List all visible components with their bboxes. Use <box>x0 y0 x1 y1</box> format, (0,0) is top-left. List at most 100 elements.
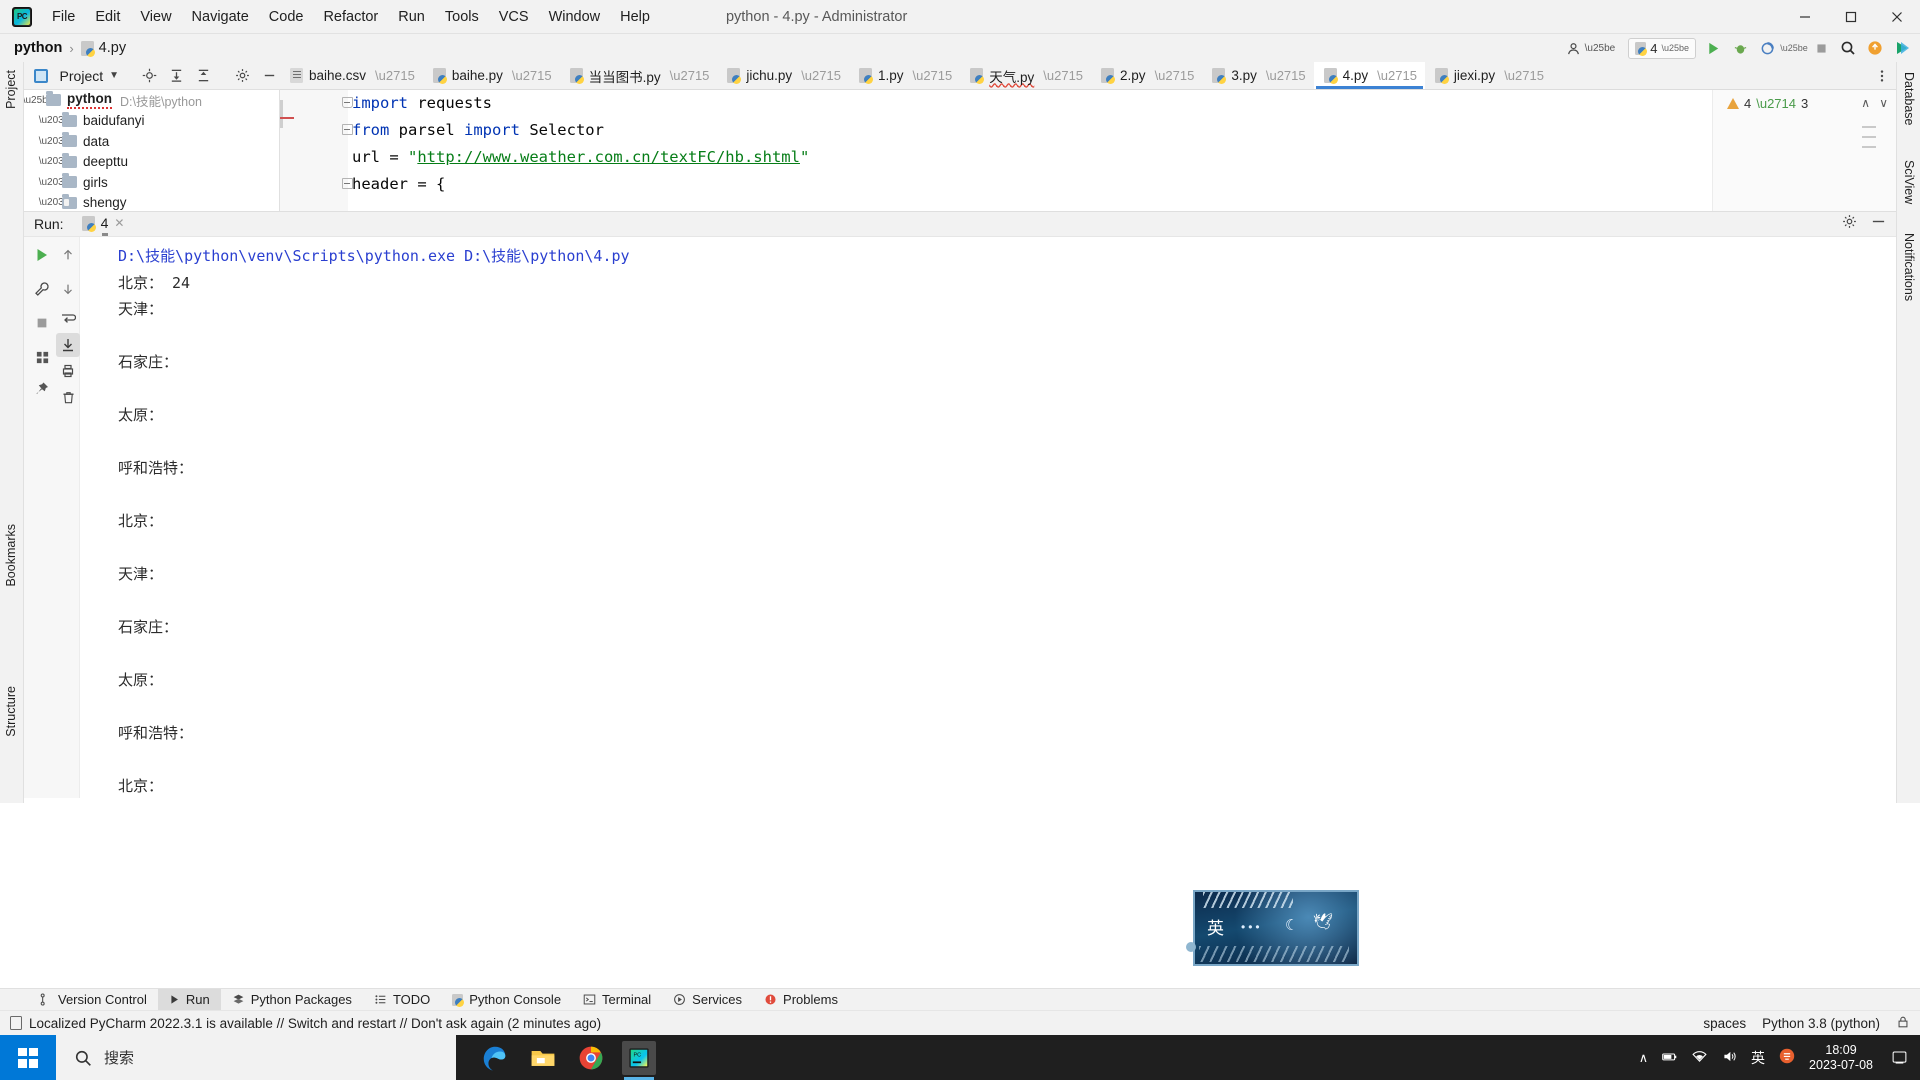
debug-button[interactable] <box>1730 38 1750 58</box>
run-hide-icon[interactable] <box>1871 214 1886 234</box>
tab-3-py[interactable]: 3.py \u2715 <box>1202 62 1313 89</box>
tree-node-data[interactable]: \u203a data <box>24 131 279 152</box>
collapse-all-icon[interactable] <box>193 65 214 87</box>
status-message[interactable]: Localized PyCharm 2022.3.1 is available … <box>10 1016 601 1031</box>
project-view-dropdown-icon[interactable]: ▼ <box>109 70 119 81</box>
rail-tab-project[interactable]: Project <box>0 64 24 115</box>
rail-tab-structure[interactable]: Structure <box>0 680 24 743</box>
tab-close-icon[interactable]: \u2715 <box>1266 68 1306 83</box>
tab-baihe-py[interactable]: baihe.py \u2715 <box>423 62 560 89</box>
scroll-down-button[interactable] <box>56 277 80 301</box>
tree-node-deepttu[interactable]: \u203a deepttu <box>24 152 279 173</box>
pin-button[interactable] <box>30 377 54 401</box>
expand-all-icon[interactable] <box>166 65 187 87</box>
indent-setting[interactable]: spaces <box>1703 1016 1746 1031</box>
tab-close-icon[interactable]: \u2715 <box>912 68 952 83</box>
menu-vcs[interactable]: VCS <box>489 5 539 29</box>
network-icon[interactable] <box>1691 1048 1708 1068</box>
bottom-tab-version-control[interactable]: Version Control <box>28 989 158 1011</box>
rail-tab-notifications[interactable]: Notifications <box>1896 227 1920 307</box>
bottom-tab-services[interactable]: Services <box>662 989 753 1011</box>
tab-baihe-csv[interactable]: baihe.csv \u2715 <box>280 62 423 89</box>
rerun-button[interactable] <box>30 243 54 267</box>
tray-chevron-icon[interactable]: ∧ <box>1639 1050 1648 1065</box>
pycharm-taskbar-icon[interactable]: PC <box>622 1040 656 1080</box>
breadcrumb-file[interactable]: 4.py <box>80 40 126 57</box>
rail-tab-sciview[interactable]: SciView <box>1896 154 1920 210</box>
code-editor[interactable]: 1 2 3 4 import requests from parsel impo… <box>280 90 1896 211</box>
updates-icon[interactable] <box>1865 38 1885 58</box>
maximize-button[interactable] <box>1828 0 1874 34</box>
run-session-close-icon[interactable]: ✕ <box>114 216 124 230</box>
bird-icon[interactable]: 🕊 <box>1313 912 1333 932</box>
run-session-tab[interactable]: 4 ✕ <box>81 215 124 236</box>
tab-tianqi-py[interactable]: 天气.py \u2715 <box>960 62 1091 89</box>
rail-tab-database[interactable]: Database <box>1896 66 1920 132</box>
account-button[interactable]: \u25be <box>1560 39 1622 58</box>
run-settings-gear-icon[interactable] <box>1842 214 1857 234</box>
volume-icon[interactable] <box>1721 1048 1738 1068</box>
start-button[interactable] <box>0 1035 56 1080</box>
project-tree[interactable]: \u25be python D:\技能\python \u203a baiduf… <box>24 90 280 211</box>
tab-4-py[interactable]: 4.py \u2715 <box>1313 62 1425 89</box>
taskbar-clock[interactable]: 18:09 2023-07-08 <box>1809 1043 1873 1073</box>
tab-close-icon[interactable]: \u2715 <box>512 68 552 83</box>
menu-edit[interactable]: Edit <box>85 5 130 29</box>
tab-close-icon[interactable]: \u2715 <box>375 68 415 83</box>
bottom-tab-python-console[interactable]: Python Console <box>441 989 572 1011</box>
tab-close-icon[interactable]: \u2715 <box>1155 68 1195 83</box>
grid-button[interactable] <box>30 345 54 369</box>
rail-tab-bookmarks[interactable]: Bookmarks <box>0 518 24 593</box>
menu-navigate[interactable]: Navigate <box>182 5 259 29</box>
stop-button[interactable] <box>1811 38 1831 58</box>
bottom-tab-todo[interactable]: TODO <box>363 989 441 1011</box>
inspection-widget[interactable]: 4 \u2714 3 ∧ ∨ <box>1712 90 1896 211</box>
minimize-button[interactable] <box>1782 0 1828 34</box>
coverage-button[interactable] <box>1757 38 1777 58</box>
menu-view[interactable]: View <box>130 5 181 29</box>
lock-icon[interactable] <box>1896 1015 1910 1032</box>
soft-wrap-button[interactable] <box>56 307 80 331</box>
search-everywhere-icon[interactable] <box>1838 38 1858 58</box>
inspection-prev-icon[interactable]: ∧ <box>1861 96 1870 110</box>
interpreter-setting[interactable]: Python 3.8 (python) <box>1762 1016 1880 1031</box>
console-output[interactable]: D:\技能\python\venv\Scripts\python.exe D:\… <box>80 237 1896 798</box>
tree-node-python[interactable]: \u25be python D:\技能\python <box>24 90 279 111</box>
editor-tab-options-icon[interactable] <box>1868 62 1896 89</box>
tree-node-baidufanyi[interactable]: \u203a baidufanyi <box>24 111 279 132</box>
ime-mode-label[interactable]: 英 <box>1207 914 1224 939</box>
scroll-to-end-button[interactable] <box>56 333 80 357</box>
project-settings-gear-icon[interactable] <box>232 65 253 87</box>
inspection-counts[interactable]: 4 \u2714 3 <box>1727 96 1808 111</box>
tab-close-icon[interactable]: \u2715 <box>1504 68 1544 83</box>
tab-2-py[interactable]: 2.py \u2715 <box>1091 62 1202 89</box>
taskbar-search[interactable]: 搜索 <box>56 1035 456 1080</box>
chevron-right-icon[interactable]: \u203a <box>39 136 70 147</box>
notification-center-icon[interactable] <box>1886 1043 1912 1073</box>
moon-icon[interactable]: ☾ <box>1285 916 1298 934</box>
chevron-down-icon[interactable]: \u25be <box>24 95 53 106</box>
ime-language-indicator[interactable]: 英 <box>1751 1048 1765 1068</box>
print-button[interactable] <box>56 359 80 383</box>
breadcrumb-project[interactable]: python <box>14 40 62 56</box>
project-hide-icon[interactable] <box>259 65 280 87</box>
locate-icon[interactable] <box>139 65 160 87</box>
menu-code[interactable]: Code <box>259 5 314 29</box>
tab-close-icon[interactable]: \u2715 <box>1377 68 1417 83</box>
close-button[interactable] <box>1874 0 1920 34</box>
menu-help[interactable]: Help <box>610 5 660 29</box>
tab-jiexi-py[interactable]: jiexi.py \u2715 <box>1425 62 1552 89</box>
menu-tools[interactable]: Tools <box>435 5 489 29</box>
tree-node-girls[interactable]: \u203a girls <box>24 172 279 193</box>
stop-button[interactable] <box>30 311 54 335</box>
menu-run[interactable]: Run <box>388 5 435 29</box>
tab-dangdangtushu-py[interactable]: 当当图书.py \u2715 <box>560 62 718 89</box>
wrench-button[interactable] <box>30 277 54 301</box>
editor-gutter[interactable] <box>280 90 348 211</box>
widget-handle[interactable] <box>1186 942 1196 952</box>
battery-icon[interactable] <box>1661 1048 1678 1068</box>
edge-icon[interactable] <box>478 1041 512 1075</box>
tab-close-icon[interactable]: \u2715 <box>670 68 710 83</box>
clear-all-button[interactable] <box>56 385 80 409</box>
sogou-icon[interactable] <box>1778 1047 1796 1068</box>
